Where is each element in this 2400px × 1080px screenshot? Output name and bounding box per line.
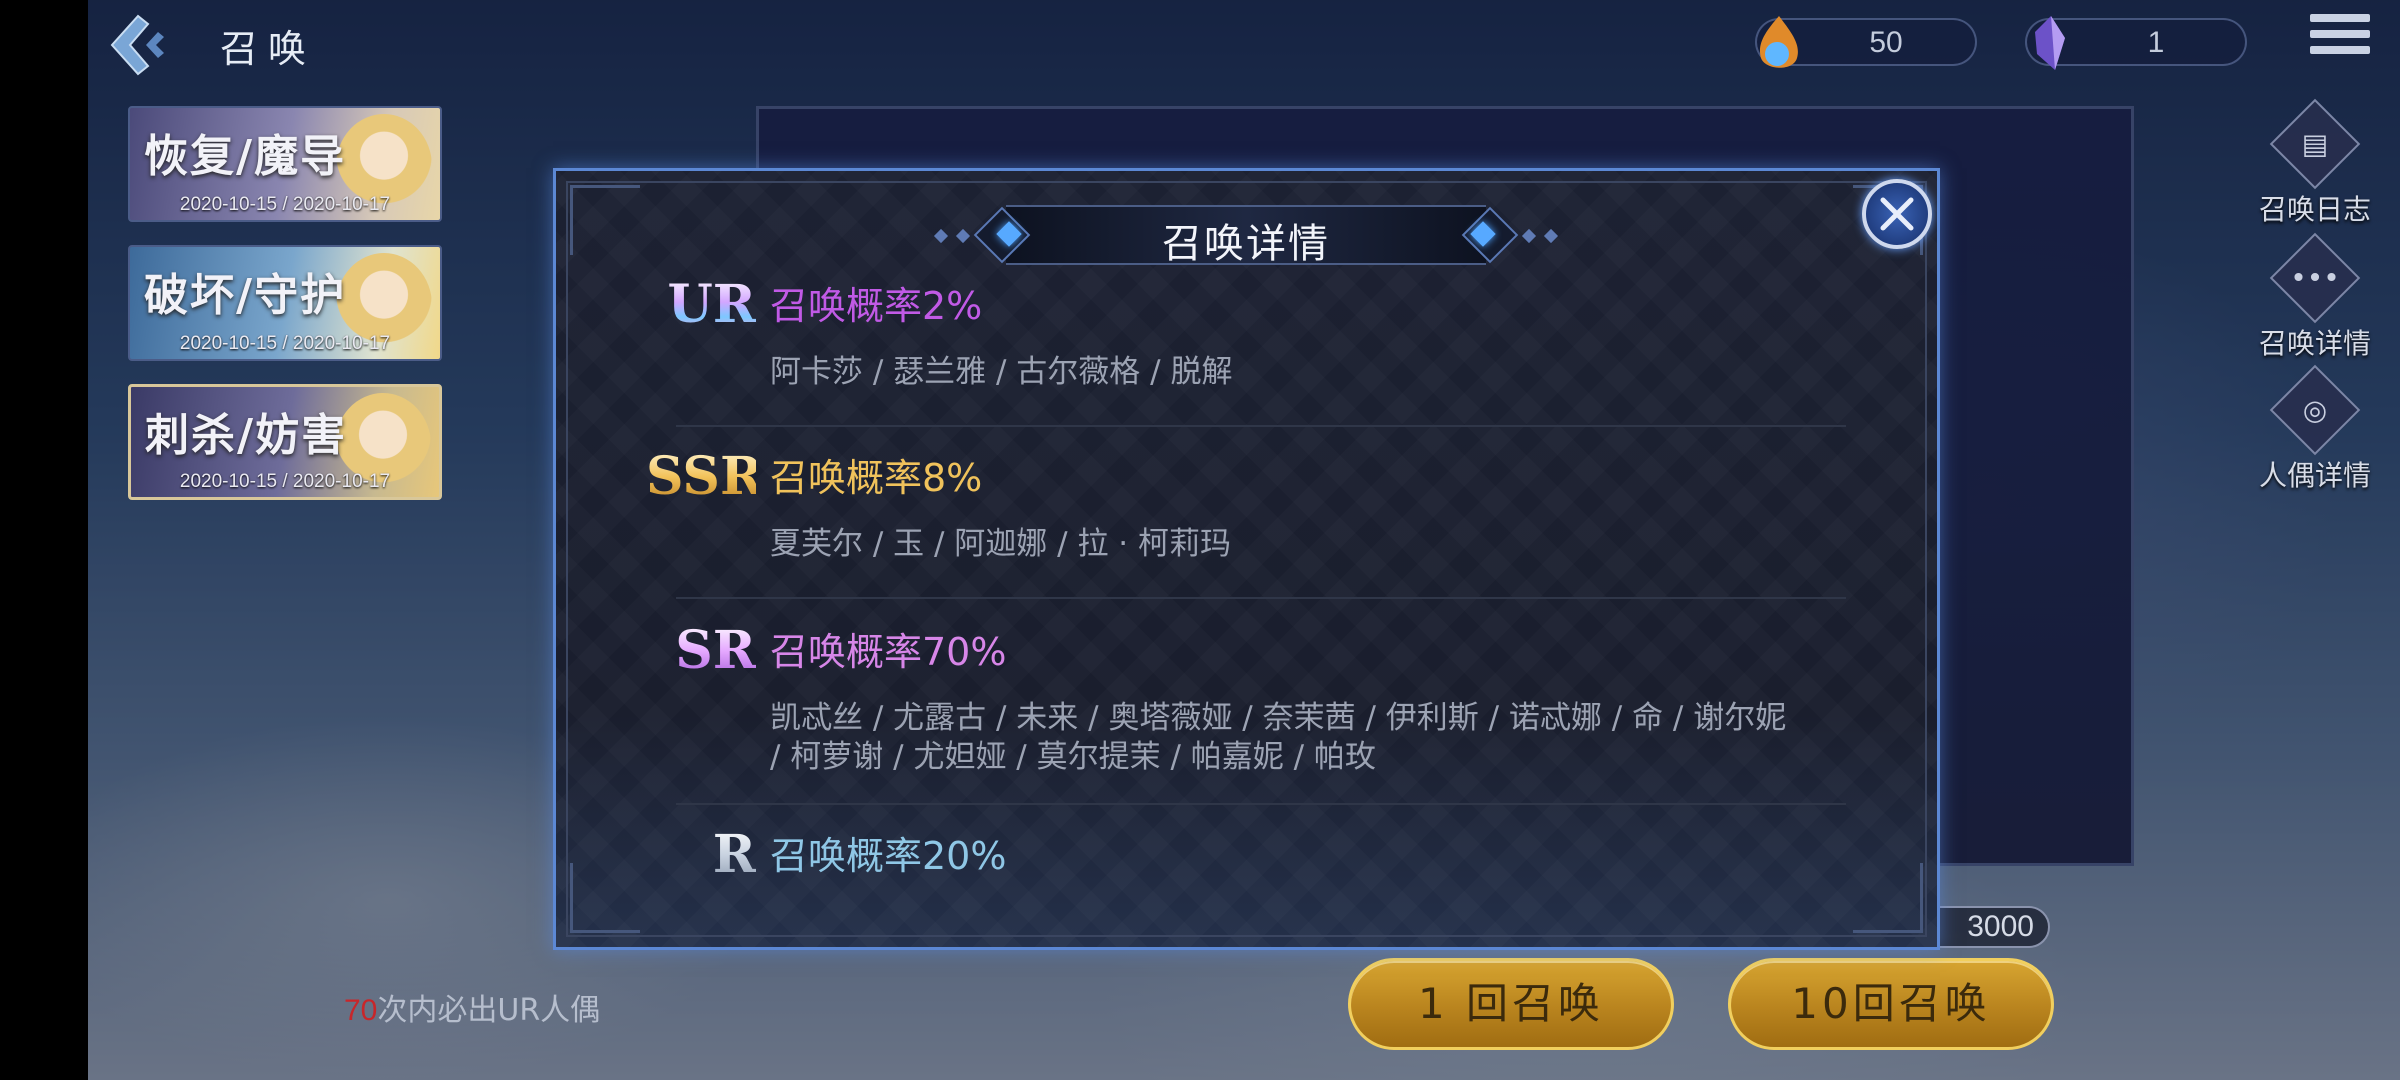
banner-restore-magic[interactable]: 恢复/魔导 2020-10-15 / 2020-10-17 <box>128 106 442 222</box>
menu-line-icon <box>2310 46 2370 54</box>
banner-destroy-guard[interactable]: 破坏/守护 2020-10-15 / 2020-10-17 <box>128 245 442 361</box>
doll-details-button[interactable]: ◎ 人偶详情 <box>2250 364 2380 494</box>
banner-date: 2020-10-15 / 2020-10-17 <box>179 471 391 492</box>
crystal-currency[interactable]: 50 <box>1755 16 1977 68</box>
banner-name: 破坏/守护 <box>144 270 347 321</box>
summon-details-button[interactable]: ••• 召唤详情 <box>2250 232 2380 362</box>
summon-once-button[interactable]: 1 回召唤 <box>1348 958 1674 1050</box>
rate-label: 召唤概率2% <box>770 284 983 328</box>
character-list: 夏芙尔 / 玉 / 阿迦娜 / 拉 · 柯莉玛 <box>770 526 1232 562</box>
rate-label: 召唤概率20% <box>770 834 1007 878</box>
pity-number: 70 <box>344 994 378 1027</box>
page-title: 召唤 <box>220 27 317 71</box>
corner-ornament <box>570 863 640 933</box>
divider <box>676 803 1846 805</box>
divider <box>676 425 1846 427</box>
side-label: 召唤详情 <box>2258 327 2371 360</box>
menu-line-icon <box>2310 30 2370 38</box>
character-list: 凯忒丝 / 尤露古 / 未来 / 奥塔薇娅 / 奈茉茜 / 伊利斯 / 诺忒娜 … <box>770 700 1787 775</box>
banner-date: 2020-10-15 / 2020-10-17 <box>179 333 391 354</box>
side-label: 召唤日志 <box>2258 193 2371 226</box>
doll-detail-icon: ◎ <box>2302 393 2328 427</box>
summon-log-button[interactable]: ▤ 召唤日志 <box>2250 98 2380 228</box>
book-icon: ▤ <box>2301 127 2329 161</box>
gem-currency[interactable]: 1 <box>2025 16 2247 70</box>
banner-name: 刺杀/妨害 <box>145 410 348 461</box>
pity-text: 次内必出UR人偶 <box>377 993 601 1028</box>
rank-badge-ssr: SSR <box>646 446 764 507</box>
menu-button[interactable] <box>2310 14 2370 66</box>
modal-title: 召唤详情 <box>1162 221 1330 267</box>
rank-badge-ur: UR <box>646 275 756 335</box>
banner-name: 恢复/魔导 <box>144 131 347 182</box>
rate-label: 召唤概率70% <box>770 630 1007 674</box>
ellipsis-icon: ••• <box>2290 261 2340 295</box>
rank-badge-r: R <box>646 825 756 885</box>
summon-details-modal: 召唤详情 UR 召唤概率2% 阿卡莎 / 瑟兰雅 / 古尔薇格 / 脱解 SSR… <box>553 168 1940 950</box>
gem-value: 1 <box>2147 26 2165 59</box>
crystal-value: 50 <box>1869 26 1903 59</box>
divider <box>676 597 1846 599</box>
corner-ornament <box>570 185 640 255</box>
rate-label: 召唤概率8% <box>770 456 983 500</box>
summon-ten-button[interactable]: 10回召唤 <box>1728 958 2054 1050</box>
close-button[interactable] <box>1862 179 1932 249</box>
rank-badge-sr: SR <box>646 621 756 681</box>
modal-header: 召唤详情 <box>933 205 1559 267</box>
back-arrow-icon <box>110 14 164 76</box>
banner-date: 2020-10-15 / 2020-10-17 <box>179 194 391 215</box>
corner-ornament <box>1853 863 1923 933</box>
menu-line-icon <box>2310 14 2370 22</box>
banner-assassin-hinder[interactable]: 刺杀/妨害 2020-10-15 / 2020-10-17 <box>128 384 442 500</box>
back-button[interactable] <box>100 10 170 80</box>
character-list: 阿卡莎 / 瑟兰雅 / 古尔薇格 / 脱解 <box>770 354 1233 390</box>
side-label: 人偶详情 <box>2258 459 2371 492</box>
close-icon <box>1880 197 1914 231</box>
pity-counter: 70次内必出UR人偶 <box>344 985 600 1029</box>
